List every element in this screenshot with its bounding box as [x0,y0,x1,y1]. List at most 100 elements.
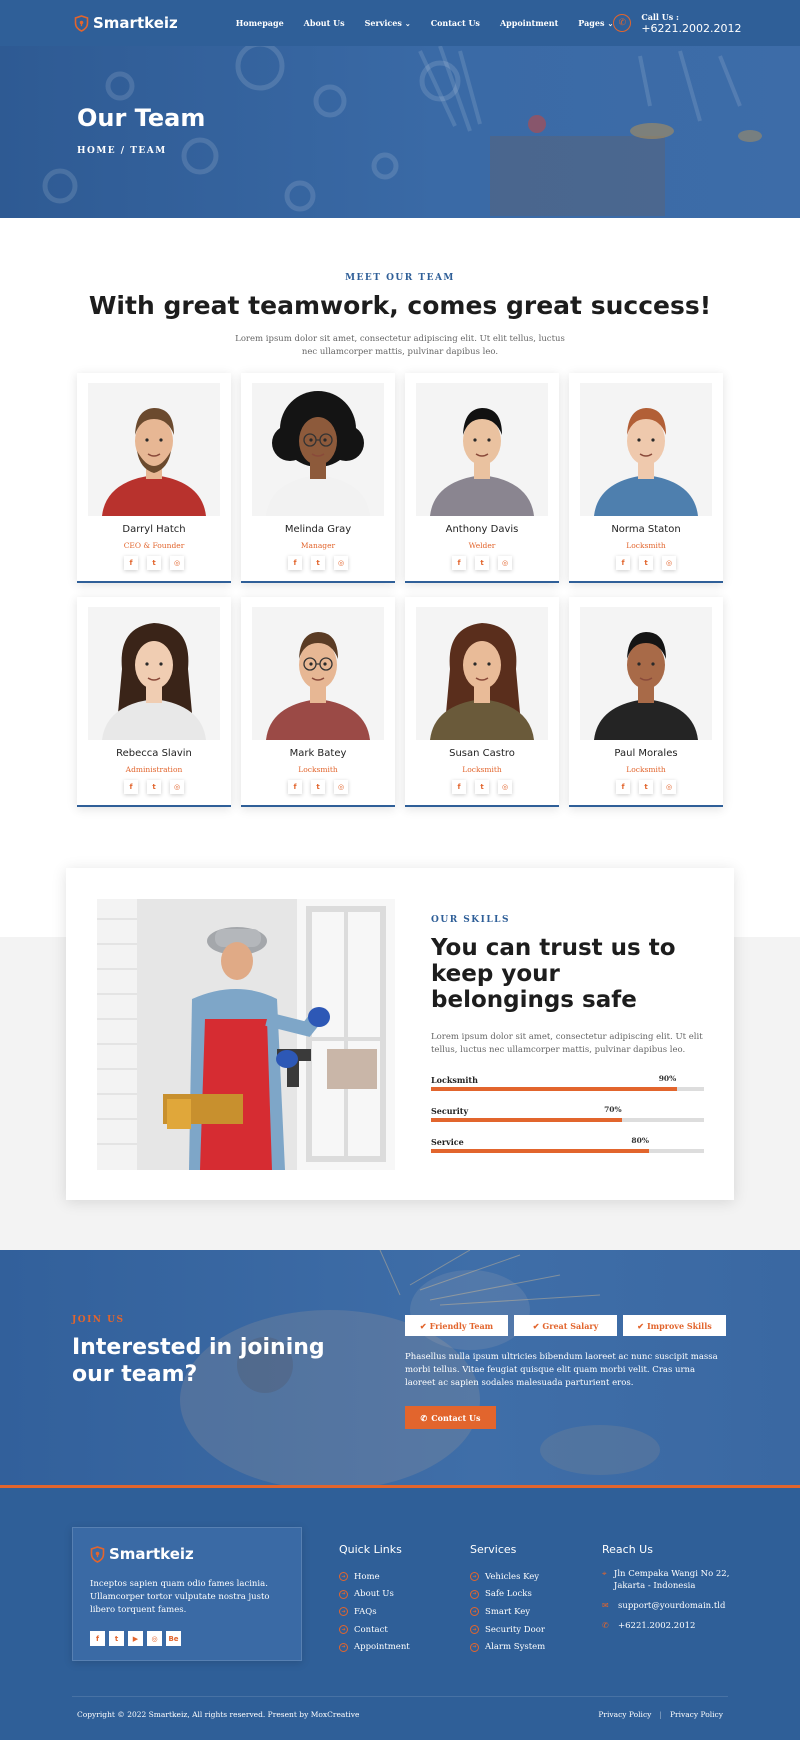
arrow-circle-icon: ➜ [339,1625,348,1635]
instagram-icon[interactable]: ◎ [498,780,512,794]
brand-logo[interactable]: Smartkeiz [74,14,178,32]
instagram-icon[interactable]: ◎ [147,1631,162,1646]
facebook-icon[interactable]: f [124,556,138,570]
nav-homepage[interactable]: Homepage [236,18,284,28]
check-icon: ✔ [532,1320,540,1331]
privacy-policy-link[interactable]: Privacy Policy [598,1710,651,1719]
facebook-icon[interactable]: f [288,780,302,794]
team-eyebrow: MEET OUR TEAM [345,273,455,283]
footer-service-safe-locks[interactable]: ➜ Safe Locks [470,1586,545,1604]
footer-email[interactable]: ✉ support@yourdomain.tld [602,1600,732,1612]
brand-name: Smartkeiz [93,14,178,32]
reach-us-column: Reach Us ⌖ Jln Cempaka Wangi No 22, Jakar… [602,1543,732,1640]
member-role: Locksmith [462,765,502,774]
member-social-links: f t ◎ [77,556,231,570]
page-hero: Our Team HOME / TEAM [0,46,800,218]
facebook-icon[interactable]: f [452,780,466,794]
facebook-icon[interactable]: f [616,556,630,570]
member-role: Locksmith [626,765,666,774]
join-text: Phasellus nulla ipsum ultricies bibendum… [405,1352,718,1388]
arrow-circle-icon: ➜ [470,1607,479,1617]
contact-us-button[interactable]: ✆ Contact Us [405,1406,496,1429]
skill-bar: Service 80% [431,1136,704,1153]
instagram-icon[interactable]: ◎ [662,780,676,794]
member-name: Mark Batey [289,748,347,759]
skill-bar: Security 70% [431,1105,704,1122]
instagram-icon[interactable]: ◎ [498,556,512,570]
call-us[interactable]: ✆ Call Us : +6221.2002.2012 [613,12,742,35]
nav-pages[interactable]: Pages ⌄ [578,18,613,28]
twitter-icon[interactable]: t [147,556,161,570]
team-subtitle: Lorem ipsum dolor sit amet, consectetur … [235,334,565,357]
page-title: Our Team [77,104,206,132]
member-role: Manager [300,541,336,550]
team-card: Norma Staton Locksmith f t ◎ [569,373,723,583]
twitter-icon[interactable]: t [311,556,325,570]
member-social-links: f t ◎ [77,780,231,794]
twitter-icon[interactable]: t [639,556,653,570]
instagram-icon[interactable]: ◎ [334,780,348,794]
nav-contact-us[interactable]: Contact Us [431,18,480,28]
footer-service-smart-key[interactable]: ➜ Smart Key [470,1603,545,1621]
facebook-icon[interactable]: f [616,780,630,794]
team-card: Paul Morales Locksmith f t ◎ [569,597,723,807]
team-heading: With great teamwork, comes great success… [88,291,712,320]
instagram-icon[interactable]: ◎ [170,780,184,794]
mail-icon: ✉ [602,1601,609,1610]
footer-logo[interactable]: Smartkeiz [90,1545,194,1563]
facebook-icon[interactable]: f [90,1631,105,1646]
instagram-icon[interactable]: ◎ [170,556,184,570]
member-role: Administration [125,765,183,774]
footer-link-appointment[interactable]: ➜ Appointment [339,1638,410,1656]
nav-services[interactable]: Services ⌄ [365,18,411,28]
skills-eyebrow: OUR SKILLS [431,915,510,925]
twitter-icon[interactable]: t [147,780,161,794]
footer-link-contact[interactable]: ➜ Contact [339,1621,410,1639]
member-name: Anthony Davis [445,524,519,535]
facebook-icon[interactable]: f [124,780,138,794]
check-icon: ✔ [637,1320,644,1331]
team-card: Susan Castro Locksmith f t ◎ [405,597,559,807]
chevron-down-icon: ⌄ [404,18,411,28]
check-icon: ✔ [419,1320,427,1331]
arrow-circle-icon: ➜ [339,1642,348,1652]
footer-description: Inceptos sapien quam odio fames lacinia.… [90,1579,270,1615]
member-social-links: f t ◎ [405,780,559,794]
twitter-icon[interactable]: t [475,780,489,794]
facebook-icon[interactable]: f [288,556,302,570]
phone-icon: ✆ [420,1412,428,1423]
skill-track [431,1118,704,1122]
twitter-icon[interactable]: t [109,1631,124,1646]
footer-phone[interactable]: ✆ +6221.2002.2012 [602,1620,732,1632]
footer-brand-box: Smartkeiz Inceptos sapien quam odio fame… [72,1527,302,1661]
youtube-icon[interactable]: ▶ [128,1631,143,1646]
team-card: Melinda Gray Manager f t ◎ [241,373,395,583]
twitter-icon[interactable]: t [639,780,653,794]
locksmith-photo [97,899,395,1170]
instagram-icon[interactable]: ◎ [334,556,348,570]
member-social-links: f t ◎ [569,780,723,794]
twitter-icon[interactable]: t [475,556,489,570]
nav-appointment[interactable]: Appointment [500,18,558,28]
footer-service-alarm-system[interactable]: ➜ Alarm System [470,1638,545,1656]
behance-icon[interactable]: Be [166,1631,181,1646]
footer-service-vehicles-key[interactable]: ➜ Vehicles Key [470,1568,545,1586]
twitter-icon[interactable]: t [311,780,325,794]
nav-about-us[interactable]: About Us [304,18,345,28]
join-eyebrow: JOIN US [72,1315,125,1325]
privacy-policy-link[interactable]: Privacy Policy [670,1710,723,1719]
skill-label: Security [431,1106,469,1116]
footer-link-faqs[interactable]: ➜ FAQs [339,1603,410,1621]
footer-link-about[interactable]: ➜ About Us [339,1586,410,1604]
team-card: Anthony Davis Welder f t ◎ [405,373,559,583]
phone-icon: ✆ [602,1621,609,1630]
facebook-icon[interactable]: f [452,556,466,570]
member-name: Susan Castro [449,748,515,759]
skill-fill [431,1149,650,1153]
services-title: Services [470,1543,517,1556]
instagram-icon[interactable]: ◎ [662,556,676,570]
footer-link-home[interactable]: ➜ Home [339,1568,410,1586]
footer-service-security-door[interactable]: ➜ Security Door [470,1621,545,1639]
skills-heading: You can trust us to keep your belongings… [431,935,676,1013]
arrow-circle-icon: ➜ [339,1607,348,1617]
